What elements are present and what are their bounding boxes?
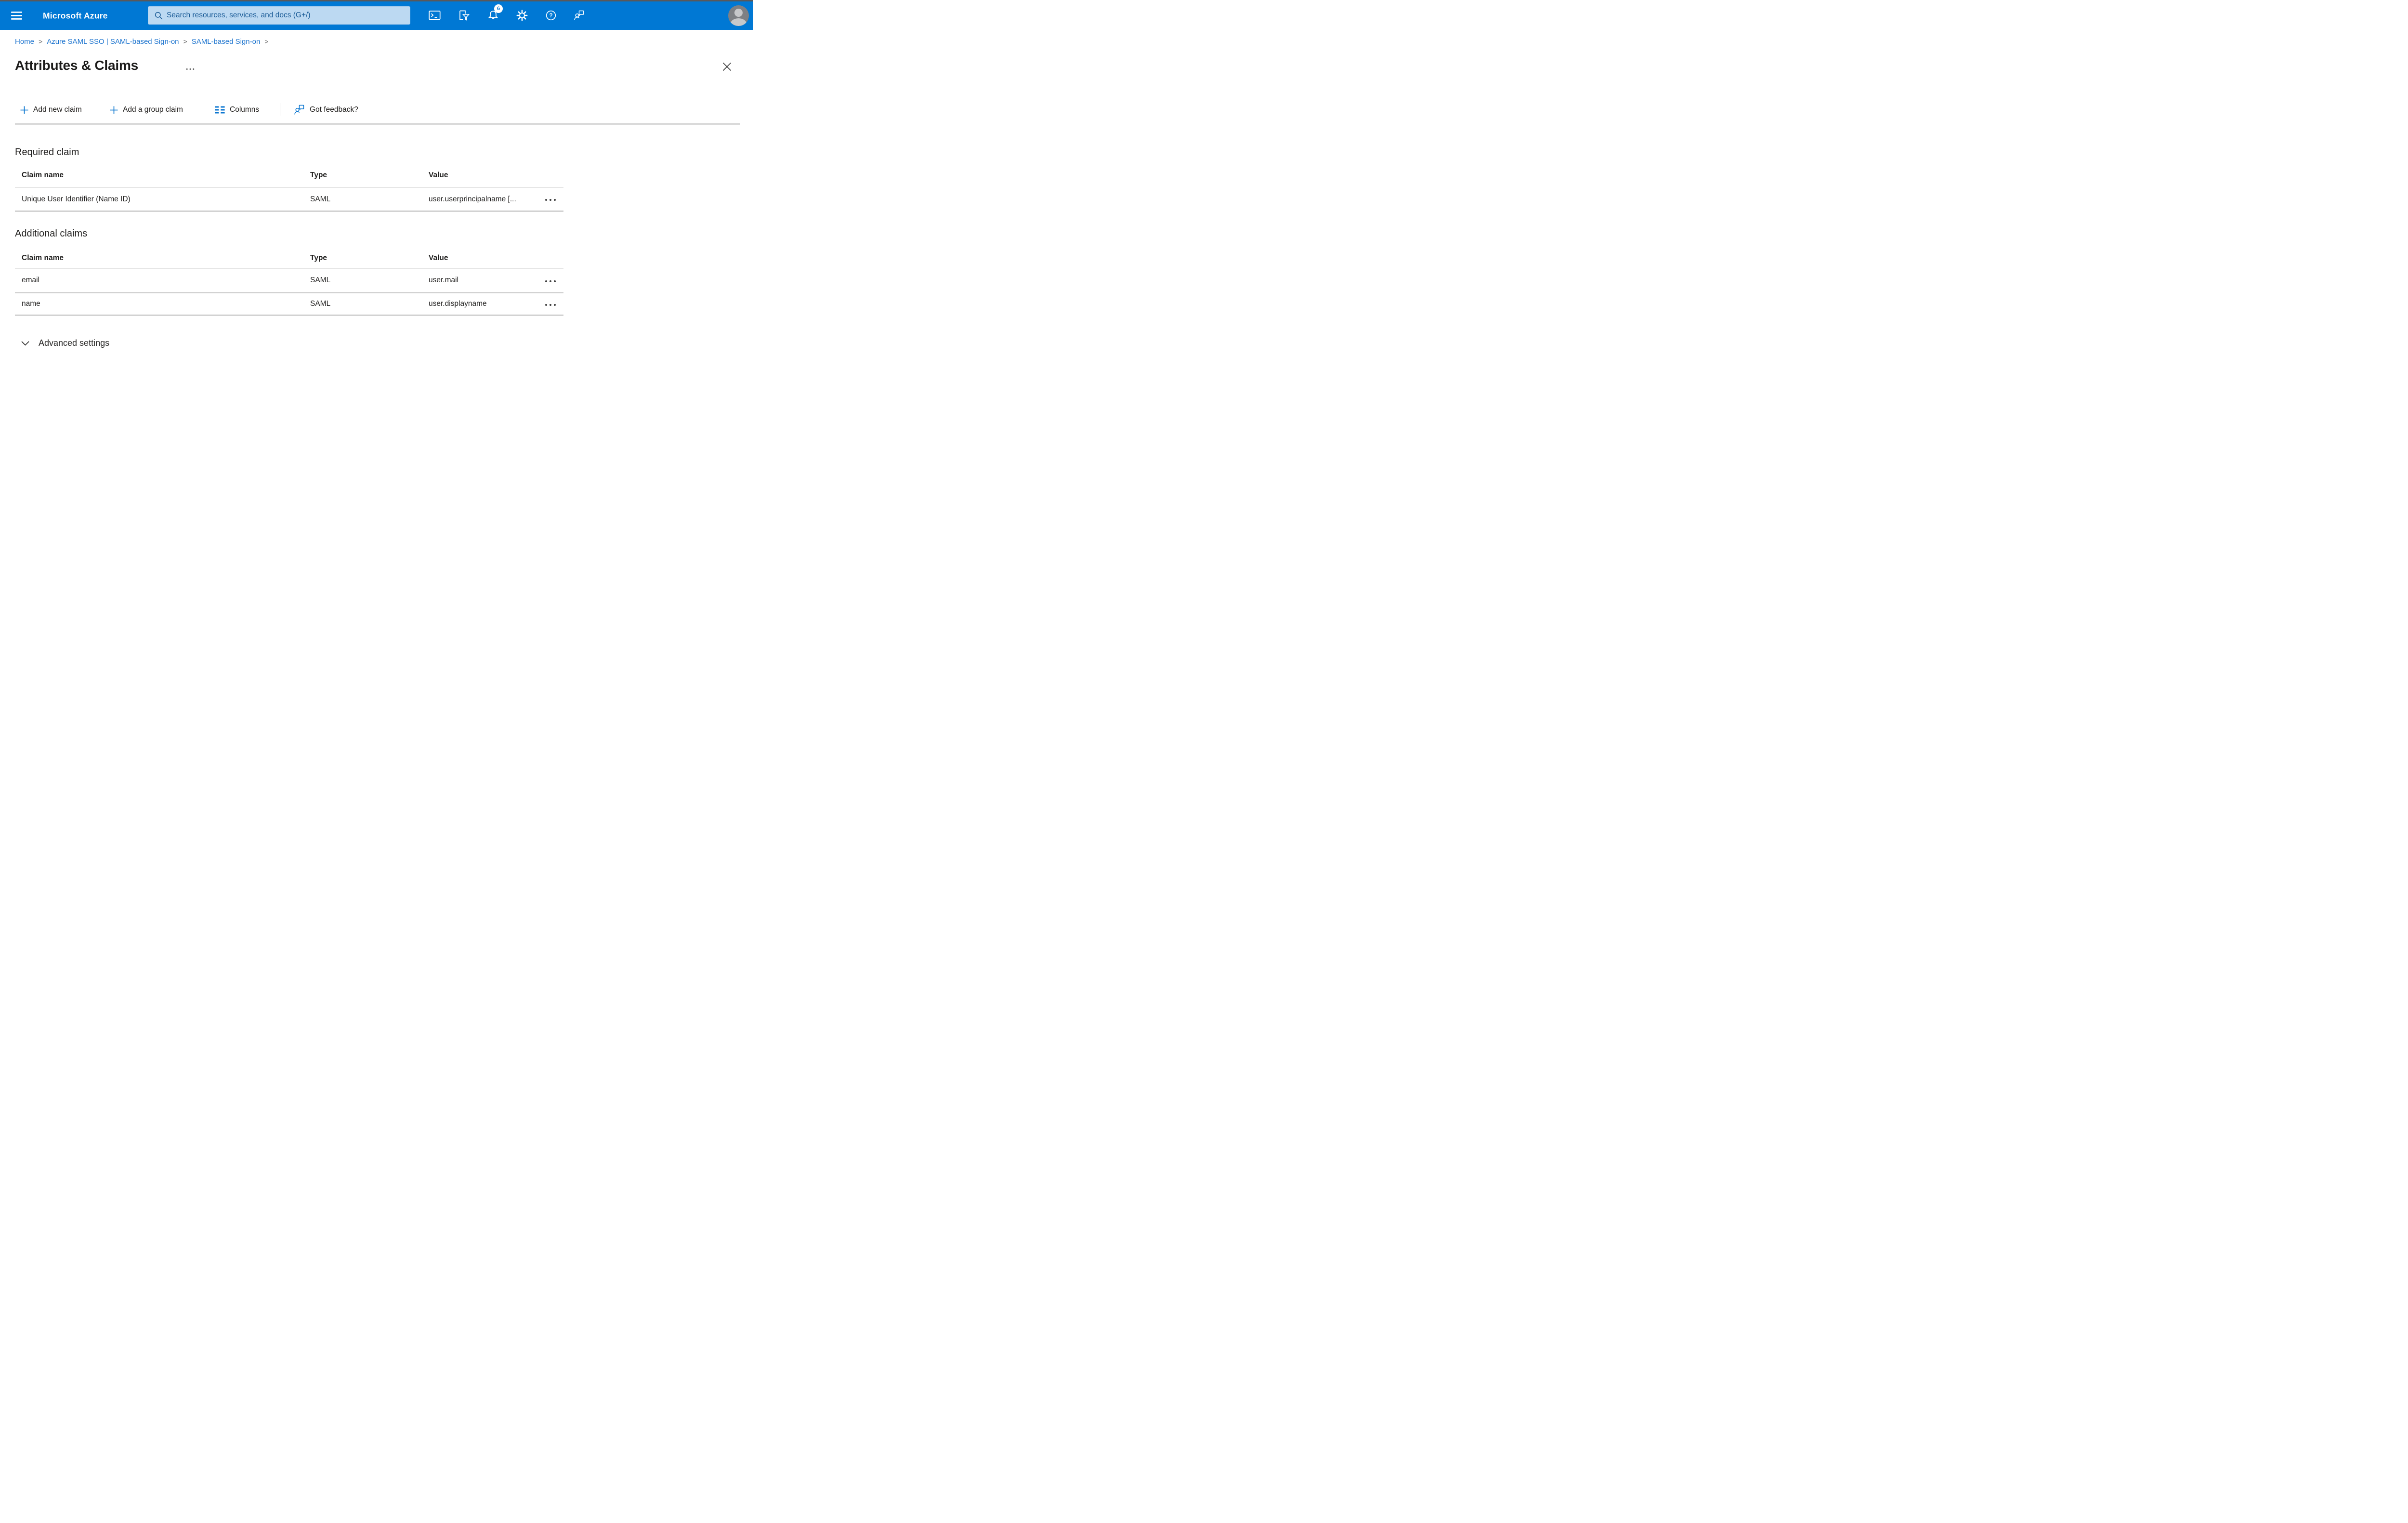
add-new-claim-button[interactable]: Add new claim: [20, 103, 82, 117]
claim-value-cell: user.userprincipalname [...: [429, 195, 516, 203]
claim-value-cell: user.mail: [429, 276, 459, 284]
feedback-button[interactable]: [572, 9, 586, 23]
avatar-head: [734, 9, 743, 17]
additional-claims-section-title: Additional claims: [15, 228, 88, 239]
required-claim-section-title: Required claim: [15, 147, 79, 158]
column-header-value: Value: [429, 171, 448, 179]
column-header-type: Type: [310, 254, 327, 262]
row-menu-icon: [545, 280, 556, 282]
plus-icon: [20, 106, 28, 114]
breadcrumb-separator: >: [39, 38, 43, 45]
column-header-claim-name: Claim name: [22, 171, 64, 179]
table-row-separator: [15, 315, 563, 316]
advanced-settings-label: Advanced settings: [39, 338, 110, 348]
feedback-icon: [574, 10, 584, 20]
row-context-menu-button[interactable]: [541, 298, 560, 310]
add-new-claim-label: Add new claim: [33, 105, 82, 114]
hamburger-menu-button[interactable]: [11, 11, 22, 20]
toolbar-separator: [15, 123, 740, 125]
breadcrumb-separator: >: [264, 38, 269, 45]
row-context-menu-button[interactable]: [541, 193, 560, 206]
breadcrumb-saml-sign-on[interactable]: SAML-based Sign-on: [192, 38, 261, 46]
claim-type-cell: SAML: [310, 195, 331, 203]
claim-name-cell: name: [22, 300, 40, 308]
required-claim-table-header: Claim name Type Value: [15, 171, 563, 182]
settings-button[interactable]: [515, 9, 529, 23]
claim-name-cell: email: [22, 276, 40, 284]
claim-type-cell: SAML: [310, 300, 331, 308]
notification-badge: 6: [494, 4, 503, 13]
additional-claim-row-email[interactable]: email SAML user.mail: [15, 269, 563, 292]
breadcrumb: Home > Azure SAML SSO | SAML-based Sign-on…: [15, 38, 273, 46]
required-claim-row-nameid[interactable]: Unique User Identifier (Name ID) SAML us…: [15, 188, 563, 210]
chevron-down-icon: [21, 341, 29, 346]
got-feedback-button[interactable]: Got feedback?: [293, 103, 358, 117]
row-menu-icon: [545, 199, 556, 201]
directory-filter-button[interactable]: [457, 9, 471, 23]
page-title: Attributes & Claims: [15, 58, 139, 73]
claim-type-cell: SAML: [310, 276, 331, 284]
page-more-options-button[interactable]: [185, 64, 196, 73]
account-avatar[interactable]: [728, 5, 749, 26]
column-header-claim-name: Claim name: [22, 254, 64, 262]
close-button[interactable]: [721, 61, 733, 74]
columns-icon: [215, 106, 225, 114]
advanced-settings-expander[interactable]: Advanced settings: [21, 338, 109, 348]
directory-filter-icon: [459, 10, 470, 21]
breadcrumb-separator: >: [183, 38, 187, 45]
plus-icon: [110, 106, 118, 114]
column-header-type: Type: [310, 171, 327, 179]
global-search[interactable]: [148, 6, 410, 25]
close-icon: [722, 62, 732, 71]
additional-claim-row-name[interactable]: name SAML user.displayname: [15, 293, 563, 315]
top-nav-bar: Microsoft Azure Search resources, servic…: [0, 1, 753, 30]
table-row-separator: [15, 210, 563, 212]
column-header-value: Value: [429, 254, 448, 262]
cloud-shell-icon: [428, 10, 441, 20]
search-icon: [155, 12, 163, 22]
add-group-claim-button[interactable]: Add a group claim: [110, 103, 183, 117]
columns-label: Columns: [230, 105, 260, 114]
breadcrumb-home[interactable]: Home: [15, 38, 34, 46]
hamburger-icon: [11, 12, 22, 20]
claim-name-cell: Unique User Identifier (Name ID): [22, 195, 131, 203]
help-icon: ?: [546, 10, 556, 21]
azure-portal-window: Microsoft Azure Search resources, servic…: [0, 0, 753, 381]
gear-icon: [516, 10, 528, 21]
row-menu-icon: [545, 303, 556, 306]
avatar-body: [731, 18, 746, 26]
add-group-claim-label: Add a group claim: [123, 105, 183, 114]
cloud-shell-button[interactable]: [427, 9, 442, 23]
breadcrumb-app-sign-on[interactable]: Azure SAML SSO | SAML-based Sign-on: [47, 38, 179, 46]
row-context-menu-button[interactable]: [541, 274, 560, 287]
search-input[interactable]: [167, 7, 407, 24]
feedback-icon: [294, 105, 304, 115]
claim-value-cell: user.displayname: [429, 300, 487, 308]
help-button[interactable]: ?: [544, 9, 558, 23]
columns-button[interactable]: Columns: [215, 103, 259, 117]
additional-claims-table-header: Claim name Type Value: [15, 254, 563, 264]
got-feedback-label: Got feedback?: [310, 105, 358, 114]
more-options-icon: [186, 68, 195, 70]
product-title[interactable]: Microsoft Azure: [43, 11, 108, 21]
svg-text:?: ?: [549, 12, 552, 19]
